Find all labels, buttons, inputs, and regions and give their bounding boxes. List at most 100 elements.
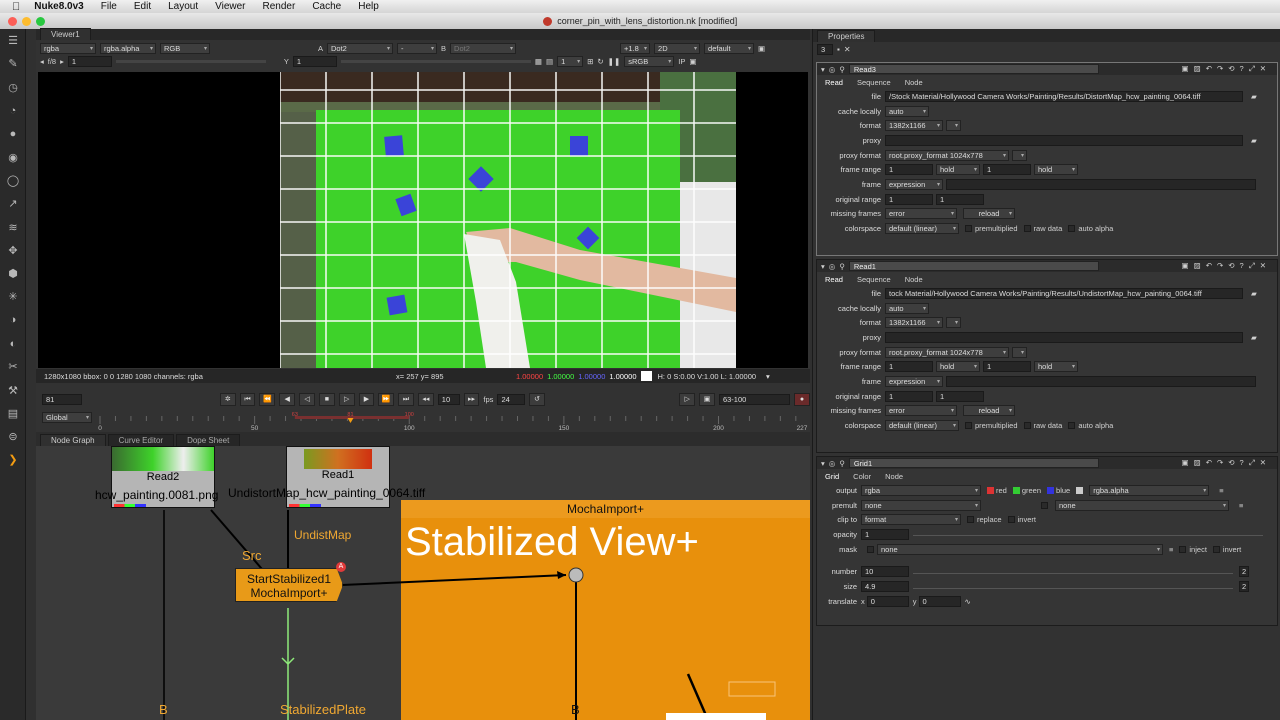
mask-dropdown[interactable]: none: [877, 543, 1163, 555]
lut-dropdown[interactable]: default: [704, 43, 755, 54]
reload-button[interactable]: reload: [963, 208, 1015, 220]
replace-checkbox[interactable]: [967, 516, 974, 524]
file-field[interactable]: tock Material/Hollywood Camera Works/Pai…: [885, 287, 1243, 299]
skip-back-button[interactable]: ◂◂: [417, 392, 434, 406]
grid1-name-field[interactable]: Grid1: [848, 458, 1099, 468]
alpha-channel-dropdown[interactable]: rgba.alpha: [100, 43, 156, 54]
opacity-slider[interactable]: [913, 532, 1263, 537]
premultiplied-checkbox[interactable]: [965, 422, 972, 430]
display-channels-dropdown[interactable]: RGB: [160, 43, 210, 54]
red-swatch[interactable]: [987, 486, 994, 494]
green-swatch[interactable]: [1012, 486, 1020, 494]
b-input-dropdown[interactable]: Dot2: [450, 43, 517, 54]
raw-data-checkbox[interactable]: [1023, 225, 1031, 233]
zoom-window-button[interactable]: [36, 17, 45, 26]
frame-mode-dropdown[interactable]: expression: [885, 178, 943, 190]
mask-checkbox[interactable]: [867, 545, 874, 553]
viewer-canvas[interactable]: [38, 72, 808, 368]
proxy-format-dropdown[interactable]: root.proxy_format 1024x778: [885, 149, 1009, 161]
cache-locally-dropdown[interactable]: auto: [885, 302, 929, 314]
close-window-button[interactable]: [8, 17, 17, 26]
blue-swatch[interactable]: [1047, 486, 1055, 494]
number-anim-badge[interactable]: 2: [1239, 566, 1249, 578]
transform-icon[interactable]: ✥: [0, 239, 26, 262]
tab-dope-sheet[interactable]: Dope Sheet: [176, 434, 241, 446]
colorspace-dropdown[interactable]: sRGB: [624, 56, 675, 67]
file-browser-icon[interactable]: ▰: [1251, 92, 1257, 101]
premult-channel-dropdown[interactable]: none: [1055, 499, 1229, 511]
node-graph-panel[interactable]: Node Graph Curve Editor Dope Sheet Read2…: [36, 432, 810, 720]
merge-icon[interactable]: ≋: [0, 215, 26, 238]
menu-icon[interactable]: ☰: [0, 29, 26, 52]
format-dropdown[interactable]: 1382x1166: [885, 317, 943, 329]
range-lock-icon[interactable]: ▣: [699, 392, 715, 406]
refresh-icon[interactable]: ↻: [597, 57, 603, 66]
node-icon[interactable]: ⚲: [839, 65, 845, 74]
premult-checkbox[interactable]: [1041, 501, 1048, 509]
a-input-dropdown[interactable]: Dot2: [327, 43, 394, 54]
collapse-icon[interactable]: ▾: [821, 459, 825, 468]
in-out-icon[interactable]: ▷: [679, 392, 696, 406]
translate-y-field[interactable]: 0: [918, 595, 961, 607]
collapse-icon[interactable]: ▾: [821, 262, 825, 271]
time-icon[interactable]: ◔: [0, 99, 26, 122]
panel-tools-icons[interactable]: ▣▨↶↷⟲?⤢✕: [1182, 261, 1271, 271]
tab-grid[interactable]: Grid: [825, 472, 839, 483]
node-icon[interactable]: ⚲: [839, 459, 845, 468]
draw-icon[interactable]: ◷: [0, 76, 26, 99]
wipe-dropdown[interactable]: -: [397, 43, 438, 54]
ip-icon[interactable]: IP: [678, 57, 685, 66]
proxy-browser-icon[interactable]: ▰: [1251, 136, 1257, 145]
menu-render[interactable]: Render: [263, 1, 296, 12]
roi-icon[interactable]: ▣: [689, 57, 696, 66]
frame-mode-dropdown[interactable]: expression: [885, 375, 943, 387]
menu-viewer[interactable]: Viewer: [215, 1, 245, 12]
toolsets-icon[interactable]: ✂: [0, 355, 26, 378]
size-slider[interactable]: [913, 584, 1233, 589]
original-range-start[interactable]: 1: [885, 193, 933, 205]
opacity-field[interactable]: 1: [861, 528, 909, 540]
timeline[interactable]: Global 0501001502002276381100: [36, 410, 810, 432]
furnace-icon[interactable]: ▤: [0, 402, 26, 425]
tab-properties[interactable]: Properties: [817, 30, 876, 42]
mocha-icon[interactable]: ❯: [0, 448, 26, 471]
output-dropdown[interactable]: rgba: [861, 484, 981, 496]
output-menu-icon[interactable]: ≡: [1219, 486, 1223, 495]
info-menu-icon[interactable]: ▾: [766, 372, 770, 381]
premultiplied-checkbox[interactable]: [965, 225, 972, 233]
frame-expression-field[interactable]: [946, 375, 1256, 387]
fstop-down-icon[interactable]: ◂: [40, 57, 44, 66]
number-slider[interactable]: [913, 569, 1233, 575]
file-browser-icon[interactable]: ▰: [1251, 289, 1257, 298]
current-frame-field[interactable]: 81: [42, 393, 82, 405]
mocha-import-node[interactable]: StartStabilized1 MochaImport+: [235, 568, 343, 602]
file-field[interactable]: /Stock Material/Hollywood Camera Works/P…: [885, 90, 1243, 102]
menu-layout[interactable]: Layout: [168, 1, 198, 12]
dock-icon[interactable]: ◎: [829, 459, 836, 468]
number-field[interactable]: 10: [861, 566, 909, 578]
y-field[interactable]: 1: [292, 56, 337, 67]
original-range-end[interactable]: 1: [936, 193, 984, 205]
prev-keyframe-button[interactable]: ⏪: [259, 392, 276, 406]
fstop-up-icon[interactable]: ▸: [60, 57, 64, 66]
step-field[interactable]: 10: [437, 393, 460, 405]
missing-frames-dropdown[interactable]: error: [885, 208, 957, 220]
frame-expression-field[interactable]: [946, 178, 1256, 190]
format-edit-button[interactable]: [946, 120, 961, 132]
fps-field[interactable]: 24: [497, 393, 526, 405]
tab-read[interactable]: Read: [825, 78, 843, 89]
format-edit-button[interactable]: [946, 317, 961, 329]
tab-color[interactable]: Color: [853, 472, 871, 483]
tab-sequence[interactable]: Sequence: [857, 275, 891, 286]
timeline-ruler[interactable]: 0 50 100 150 200 227 63 81 100: [36, 410, 810, 432]
colorspace-dropdown[interactable]: default (linear): [885, 223, 959, 235]
invert-checkbox[interactable]: [1007, 516, 1015, 524]
frame-range-start[interactable]: 1: [885, 361, 933, 373]
size-anim-badge[interactable]: 2: [1239, 580, 1249, 592]
translate-x-field[interactable]: 0: [866, 595, 909, 607]
tab-node[interactable]: Node: [905, 275, 923, 286]
other-icon[interactable]: ⚒: [0, 378, 26, 401]
proxy-dropdown[interactable]: 1: [557, 56, 584, 67]
proxy-format-dropdown[interactable]: root.proxy_format 1024x778: [885, 346, 1009, 358]
clip-warning-icon[interactable]: ⊞: [587, 57, 593, 66]
